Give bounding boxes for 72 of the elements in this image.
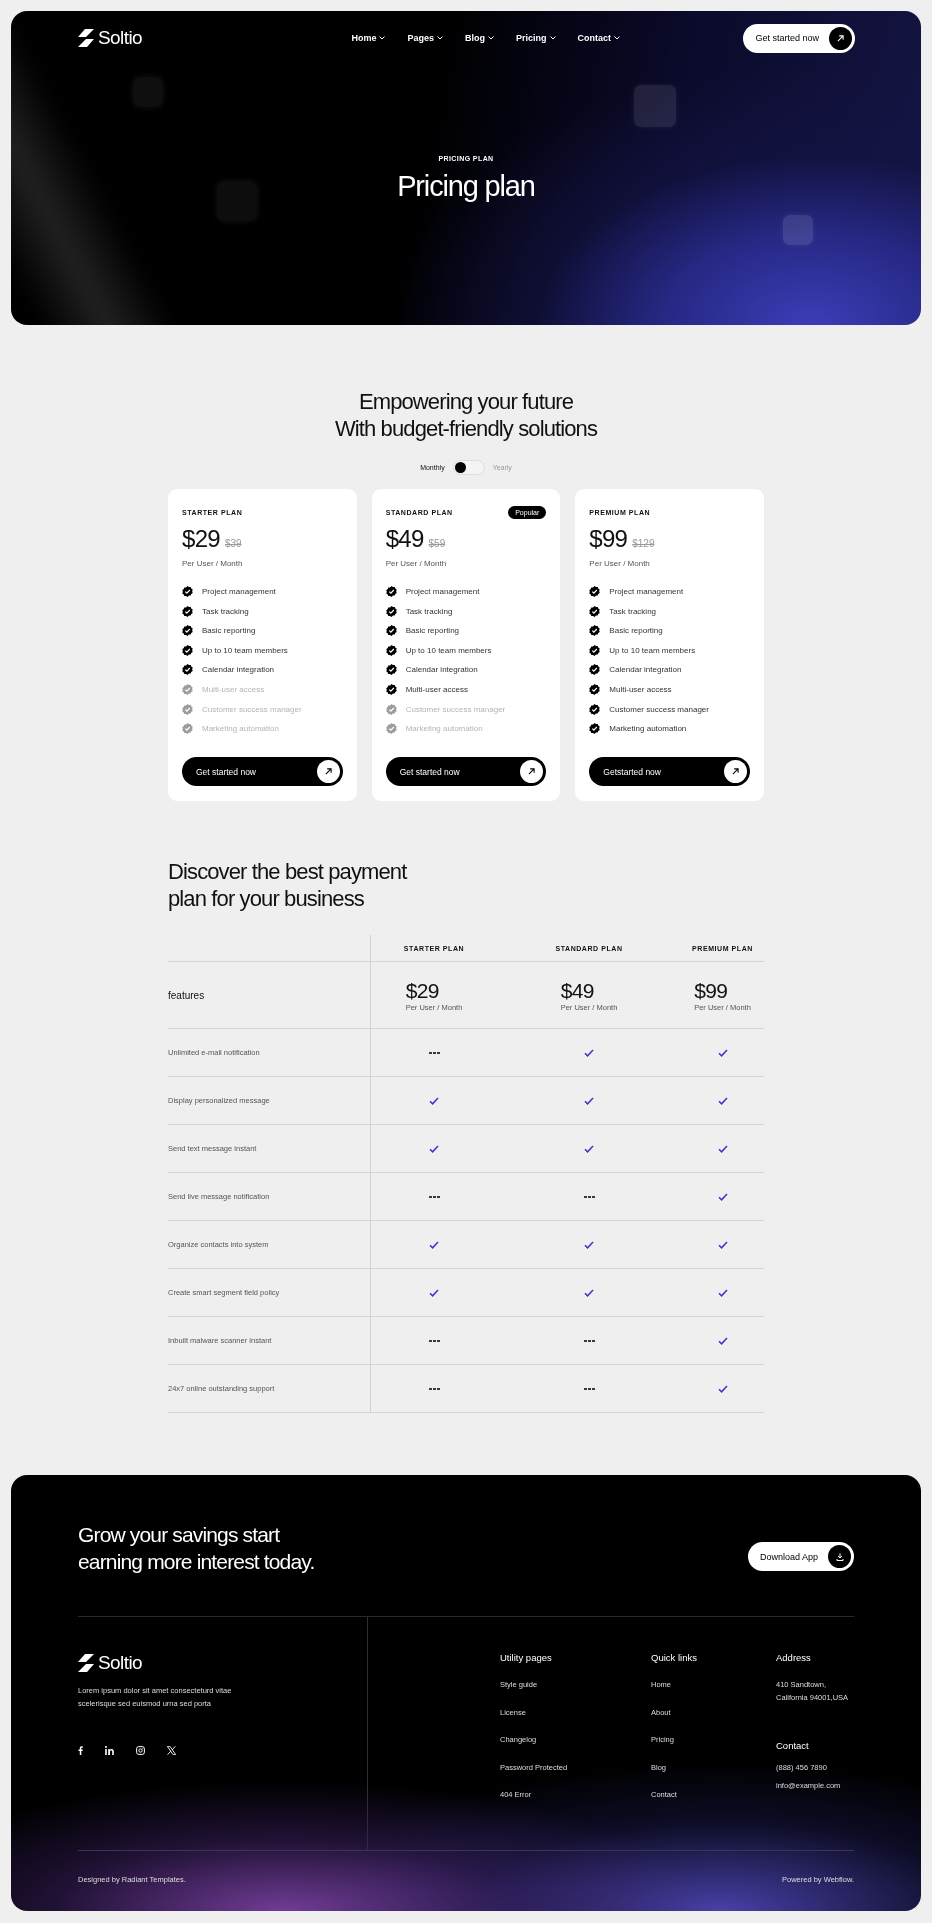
price-period: Per User / Month <box>385 559 448 568</box>
feature-text: Task tracking <box>609 606 657 616</box>
feature-text: Marketing automation <box>202 724 279 734</box>
get-started-button[interactable]: Get started now <box>385 757 547 787</box>
feature-text: Basic reporting <box>405 626 460 636</box>
get-started-button[interactable]: Get started now <box>743 23 855 53</box>
chevron-icon <box>488 36 494 40</box>
nav-link[interactable]: Home <box>351 33 386 43</box>
plan-price: $49 <box>385 525 424 553</box>
chevron-icon <box>437 36 443 40</box>
feature-text: Customer success manager <box>202 704 302 714</box>
plan-price: $99 <box>589 525 628 553</box>
get-started-button[interactable]: Get started now <box>182 757 343 787</box>
feature-text: Calendar integration <box>609 665 682 675</box>
old-price: $59 <box>428 538 446 549</box>
chevron-icon <box>379 36 386 40</box>
nav-link[interactable]: Blog <box>465 33 494 43</box>
plan-price: $99 <box>694 978 729 1003</box>
feature-text: Project management <box>202 587 276 596</box>
footer-heading: Utility pages <box>500 1652 553 1665</box>
x-icon[interactable] <box>167 1746 176 1755</box>
footer-heading: Contact <box>776 1740 810 1753</box>
logo-text: Soltio <box>98 1652 143 1674</box>
section-heading: Discover the best payment plan for your business <box>168 858 408 912</box>
nav-link[interactable]: Pages <box>407 33 443 43</box>
old-price: $129 <box>632 538 655 549</box>
facebook-icon[interactable] <box>78 1746 83 1755</box>
glass-tile <box>783 215 813 245</box>
feature-text: Multi-user access <box>405 684 468 694</box>
section-heading: Empowering your future With budget-friendly solutions <box>333 388 599 442</box>
chevron-icon <box>549 36 556 40</box>
get-started-button[interactable]: Getstarted now <box>589 757 750 787</box>
feature-text: Calendar integration <box>405 665 478 675</box>
footer-heading: Address <box>776 1652 812 1665</box>
plan-price: $49 <box>560 978 595 1003</box>
plan-price: $29 <box>182 525 220 553</box>
price-period: Per User / Month <box>589 559 651 568</box>
feature-text: Basic reporting <box>609 626 663 636</box>
feature-text: Marketing automation <box>609 724 687 734</box>
footer-heading: Quick links <box>651 1652 698 1665</box>
linkedin-icon[interactable] <box>105 1746 114 1755</box>
feature-text: Up to 10 team members <box>202 645 288 655</box>
old-price: $39 <box>224 538 242 549</box>
price-period: Per User / Month <box>182 559 244 568</box>
feature-text: Up to 10 team members <box>405 645 492 655</box>
feature-text: Marketing automation <box>405 724 483 734</box>
logo-text: Soltio <box>98 27 143 49</box>
cta-heading: Grow your savings start earning more interest today. <box>78 1522 315 1575</box>
feature-text: Multi-user access <box>202 684 265 694</box>
chevron-icon <box>614 36 620 40</box>
feature-text: Customer success manager <box>405 704 506 714</box>
logo-icon <box>78 29 94 47</box>
plan-price: $29 <box>405 978 440 1003</box>
features-label: features <box>168 989 205 1001</box>
feature-text: Project management <box>405 587 480 596</box>
feature-text: Customer success manager <box>609 704 709 714</box>
nav-link[interactable]: Contact <box>577 33 620 43</box>
feature-text: Task tracking <box>202 606 249 616</box>
billing-toggle[interactable] <box>452 459 485 475</box>
hero-title: Pricing plan <box>397 170 535 203</box>
feature-text: Task tracking <box>405 606 453 616</box>
feature-text: Calendar integration <box>202 665 275 675</box>
glass-tile <box>634 85 676 127</box>
feature-text: Multi-user access <box>609 684 672 694</box>
feature-text: Project management <box>609 587 684 596</box>
instagram-icon[interactable] <box>136 1746 145 1755</box>
download-icon <box>828 1545 851 1568</box>
nav-link[interactable]: Pricing <box>516 33 556 43</box>
download-app-button[interactable]: Download App <box>747 1542 854 1571</box>
feature-text: Up to 10 team members <box>609 645 696 655</box>
logo-icon <box>78 1654 94 1672</box>
feature-text: Basic reporting <box>202 626 256 636</box>
